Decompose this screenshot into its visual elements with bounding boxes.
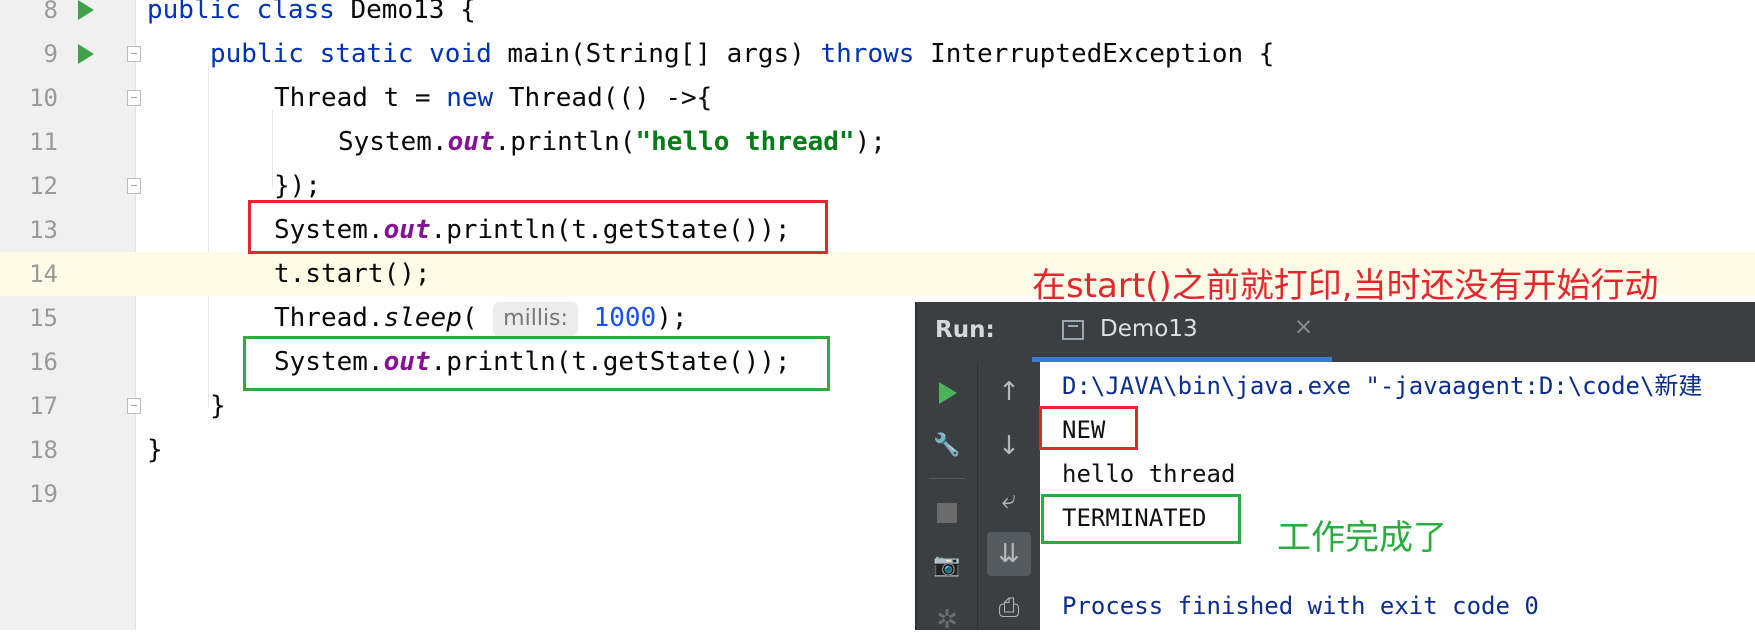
console-exit-message: Process finished with exit code 0 xyxy=(1062,592,1539,620)
code-line-10: 10 Thread t = new Thread(() ->{ xyxy=(0,76,1755,120)
run-header: Run: Demo13 × xyxy=(917,302,1755,362)
code-text: t.start(); xyxy=(274,259,431,289)
code-text: Thread.sleep( millis: 1000); xyxy=(274,296,688,340)
run-class-icon[interactable] xyxy=(78,0,94,20)
code-line-8: 8 public class Demo13 { xyxy=(0,0,1755,32)
line-number: 11 xyxy=(29,128,58,156)
fold-end-icon[interactable] xyxy=(127,398,141,414)
stop-icon[interactable] xyxy=(925,490,969,534)
run-label: Run: xyxy=(935,317,995,343)
line-number: 17 xyxy=(29,392,58,420)
close-icon[interactable]: × xyxy=(1294,314,1313,340)
fold-end-icon[interactable] xyxy=(127,178,141,194)
tab-label: Demo13 xyxy=(1100,316,1198,342)
print-icon[interactable]: ⎙ xyxy=(987,586,1031,630)
wrench-icon[interactable]: 🔧 xyxy=(925,424,969,468)
line-number: 13 xyxy=(29,216,58,244)
line-number: 14 xyxy=(29,260,58,288)
annotation-green-note: 工作完成了 xyxy=(1277,518,1447,558)
run-toolbar-right: ↑ ↓ ⤶ ⇊ ⎙ xyxy=(977,362,1040,630)
line-number: 16 xyxy=(29,348,58,376)
code-text: System.out.println("hello thread"); xyxy=(338,127,886,157)
annotation-red-note: 在start()之前就打印,当时还没有开始行动 xyxy=(1032,266,1659,306)
annotation-box-red-console xyxy=(1039,406,1138,450)
bug-icon[interactable]: ✲ xyxy=(925,598,969,642)
arrow-down-icon[interactable]: ↓ xyxy=(987,424,1031,468)
active-tab-indicator xyxy=(1032,357,1332,362)
line-number: 9 xyxy=(43,40,58,68)
console-icon xyxy=(1062,320,1084,340)
console-command-line: D:\JAVA\bin\java.exe "-javaagent:D:\code… xyxy=(1062,372,1703,400)
toolbar-separator xyxy=(929,478,965,479)
run-tool-window: Run: Demo13 × 🔧 📷 ✲ ↑ ↓ ⤶ ⇊ ⎙ D:\JAVA\bi… xyxy=(915,302,1755,635)
line-number: 8 xyxy=(43,0,58,24)
annotation-box-green-console xyxy=(1041,494,1241,544)
line-number: 18 xyxy=(29,436,58,464)
camera-icon[interactable]: 📷 xyxy=(925,544,969,588)
soft-wrap-icon[interactable]: ⤶ xyxy=(987,478,1031,522)
code-text: } xyxy=(147,435,163,465)
scroll-to-end-icon[interactable]: ⇊ xyxy=(987,532,1031,576)
line-number: 15 xyxy=(29,304,58,332)
fold-icon[interactable] xyxy=(127,90,141,106)
arrow-up-icon[interactable]: ↑ xyxy=(987,370,1031,414)
line-number: 10 xyxy=(29,84,58,112)
parameter-hint: millis: xyxy=(493,302,578,336)
code-text: public class Demo13 { xyxy=(147,0,476,25)
code-text: Thread t = new Thread(() ->{ xyxy=(274,83,713,113)
line-number: 19 xyxy=(29,480,58,508)
code-text: public static void main(String[] args) t… xyxy=(210,39,1275,69)
annotation-box-red-code xyxy=(248,200,828,254)
run-main-icon[interactable] xyxy=(78,44,94,64)
code-line-11: 11 System.out.println("hello thread"); xyxy=(0,120,1755,164)
code-line-9: 9 public static void main(String[] args)… xyxy=(0,32,1755,76)
annotation-box-green-code xyxy=(243,336,830,391)
tab-demo13[interactable]: Demo13 × xyxy=(1032,302,1332,362)
console-output-hello: hello thread xyxy=(1062,460,1236,488)
rerun-icon[interactable] xyxy=(925,370,969,414)
code-text: } xyxy=(210,391,226,421)
run-toolbar-left: 🔧 📷 ✲ xyxy=(917,362,977,635)
fold-icon[interactable] xyxy=(127,46,141,62)
line-number: 12 xyxy=(29,172,58,200)
